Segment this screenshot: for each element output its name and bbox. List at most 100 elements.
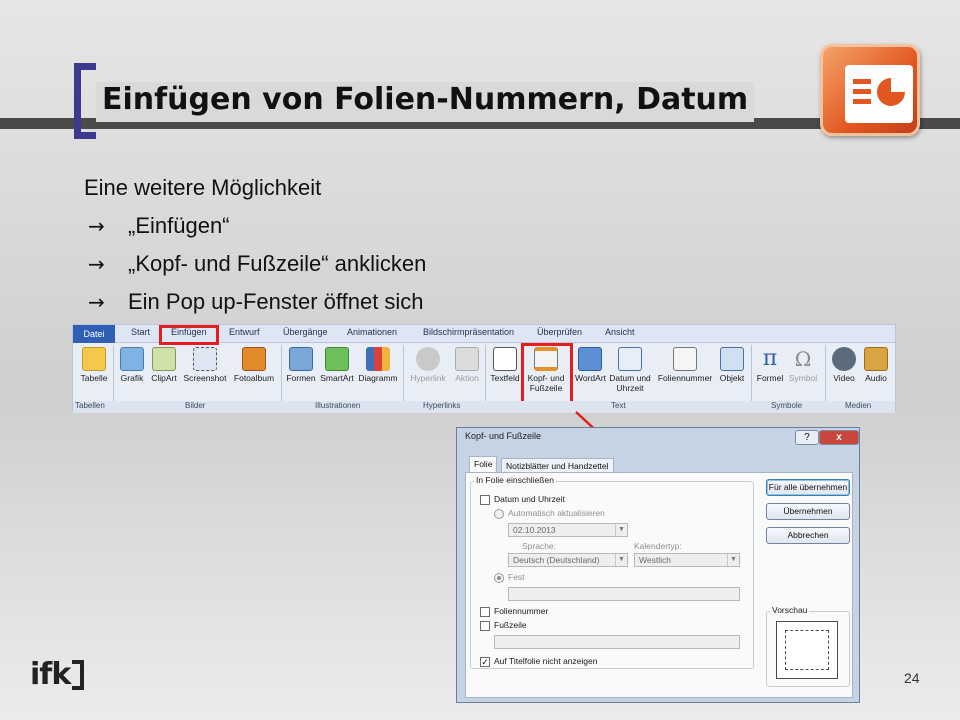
fest-label: Fest	[508, 572, 525, 582]
calendar-icon	[618, 347, 642, 371]
page-number: 24	[904, 670, 920, 686]
wordart-icon	[578, 347, 602, 371]
datum-uhrzeit-button[interactable]: Datum und Uhrzeit	[607, 345, 653, 399]
foliennummer-label: Foliennummer	[494, 606, 549, 616]
smartart-icon	[325, 347, 349, 371]
fest-input[interactable]	[508, 587, 740, 601]
kalender-label: Kalendertyp:	[634, 541, 682, 551]
grafik-button[interactable]: Grafik	[117, 345, 147, 399]
foliennummer-checkbox[interactable]	[480, 607, 490, 617]
formel-button[interactable]: π Formel	[755, 345, 785, 399]
einfuegen-tab-highlight	[159, 325, 219, 345]
preview-slide	[776, 621, 838, 679]
ribbon: Datei Start Einfügen Entwurf Übergänge A…	[72, 324, 896, 413]
ifk-logo: ifk	[30, 657, 85, 692]
auto-label: Automatisch aktualisieren	[508, 508, 605, 518]
dialog-panel: In Folie einschließen Datum und Uhrzeit …	[465, 472, 853, 698]
speaker-icon	[864, 347, 888, 371]
sprache-select[interactable]: Deutsch (Deutschland) ▼	[508, 553, 628, 567]
help-button[interactable]: ?	[795, 430, 819, 445]
hyperlink-button[interactable]: Hyperlink	[407, 345, 449, 399]
chart-icon	[366, 347, 390, 371]
chevron-down-icon: ▼	[727, 554, 739, 566]
textfeld-button[interactable]: Textfeld	[487, 345, 523, 399]
tab-ueberpruefen[interactable]: Überprüfen	[537, 327, 582, 337]
screenshot-icon	[193, 347, 217, 371]
fusszeile-label: Fußzeile	[494, 620, 527, 630]
chevron-down-icon: ▼	[615, 554, 627, 566]
tabelle-button[interactable]: Tabelle	[77, 345, 111, 399]
datum-label: Datum und Uhrzeit	[494, 494, 565, 504]
video-icon	[832, 347, 856, 371]
intro-text: Eine weitere Möglichkeit	[84, 175, 322, 200]
bullet-3: → Ein Pop up-Fenster öffnet sich	[84, 289, 424, 315]
aktion-button[interactable]: Aktion	[451, 345, 483, 399]
tab-bildschirmpraesentation[interactable]: Bildschirmpräsentation	[423, 327, 514, 337]
screenshot-button[interactable]: Screenshot	[181, 345, 229, 399]
picture-icon	[120, 347, 144, 371]
object-icon	[720, 347, 744, 371]
section-label: In Folie einschließen	[474, 475, 556, 485]
titelfolie-label: Auf Titelfolie nicht anzeigen	[494, 656, 598, 666]
apply-all-button[interactable]: Für alle übernehmen	[766, 479, 850, 496]
slide-number-icon	[673, 347, 697, 371]
diagramm-button[interactable]: Diagramm	[357, 345, 399, 399]
auto-radio[interactable]	[494, 509, 504, 519]
bullet-2: → „Kopf- und Fußzeile“ anklicken	[84, 251, 426, 277]
group-label-hyperlinks: Hyperlinks	[423, 401, 461, 410]
foliennummer-button[interactable]: Foliennummer	[655, 345, 715, 399]
bullet-1-text: „Einfügen“	[128, 213, 230, 238]
smartart-button[interactable]: SmartArt	[319, 345, 355, 399]
clipart-button[interactable]: ClipArt	[149, 345, 179, 399]
kalender-select[interactable]: Westlich ▼	[634, 553, 740, 567]
group-label-symbole: Symbole	[771, 401, 803, 410]
wordart-button[interactable]: WordArt	[575, 345, 606, 399]
omega-icon: Ω	[794, 347, 812, 371]
tab-ansicht[interactable]: Ansicht	[605, 327, 635, 337]
fusszeile-input[interactable]	[494, 635, 740, 649]
date-select[interactable]: 02.10.2013 ▼	[508, 523, 628, 537]
video-button[interactable]: Video	[829, 345, 859, 399]
arrow-right-icon: →	[88, 214, 105, 238]
fusszeile-checkbox[interactable]	[480, 621, 490, 631]
textbox-icon	[493, 347, 517, 371]
table-icon	[82, 347, 106, 371]
objekt-button[interactable]: Objekt	[717, 345, 747, 399]
kopf-fusszeile-dialog: Kopf- und Fußzeile ? x Folie Notizblätte…	[456, 427, 860, 703]
tab-start[interactable]: Start	[131, 327, 150, 337]
group-label-tabellen: Tabellen	[75, 401, 105, 410]
fotoalbum-button[interactable]: Fotoalbum	[231, 345, 277, 399]
cancel-button[interactable]: Abbrechen	[766, 527, 850, 544]
group-label-illustrationen: Illustrationen	[315, 401, 361, 410]
slide-title: Einfügen von Folien-Nummern, Datum	[96, 82, 755, 122]
bullet-2-text: „Kopf- und Fußzeile“ anklicken	[128, 251, 427, 276]
photo-album-icon	[242, 347, 266, 371]
shapes-icon	[289, 347, 313, 371]
titelfolie-checkbox[interactable]: ✓	[480, 657, 490, 667]
symbol-button[interactable]: Ω Symbol	[787, 345, 819, 399]
apply-button[interactable]: Übernehmen	[766, 503, 850, 520]
group-label-medien: Medien	[845, 401, 872, 410]
tab-datei[interactable]: Datei	[73, 325, 115, 343]
sprache-label: Sprache:	[522, 541, 557, 551]
group-label-bilder: Bilder	[185, 401, 206, 410]
tab-entwurf[interactable]: Entwurf	[229, 327, 260, 337]
formen-button[interactable]: Formen	[285, 345, 317, 399]
close-button[interactable]: x	[819, 430, 859, 445]
hyperlink-icon	[416, 347, 440, 371]
title-bracket	[74, 63, 96, 139]
audio-button[interactable]: Audio	[861, 345, 891, 399]
vorschau-label: Vorschau	[770, 605, 810, 615]
arrow-right-icon: →	[88, 290, 105, 314]
fest-radio[interactable]	[494, 573, 504, 583]
datum-checkbox[interactable]	[480, 495, 490, 505]
bullet-3-text: Ein Pop up-Fenster öffnet sich	[128, 289, 424, 314]
arrow-right-icon: →	[88, 252, 105, 276]
tab-uebergaenge[interactable]: Übergänge	[283, 327, 328, 337]
tab-animationen[interactable]: Animationen	[347, 327, 397, 337]
chevron-down-icon: ▼	[615, 524, 627, 536]
clipart-icon	[152, 347, 176, 371]
powerpoint-logo-icon	[820, 44, 920, 136]
bullet-1: → „Einfügen“	[84, 213, 230, 239]
dialog-title: Kopf- und Fußzeile	[465, 431, 542, 441]
